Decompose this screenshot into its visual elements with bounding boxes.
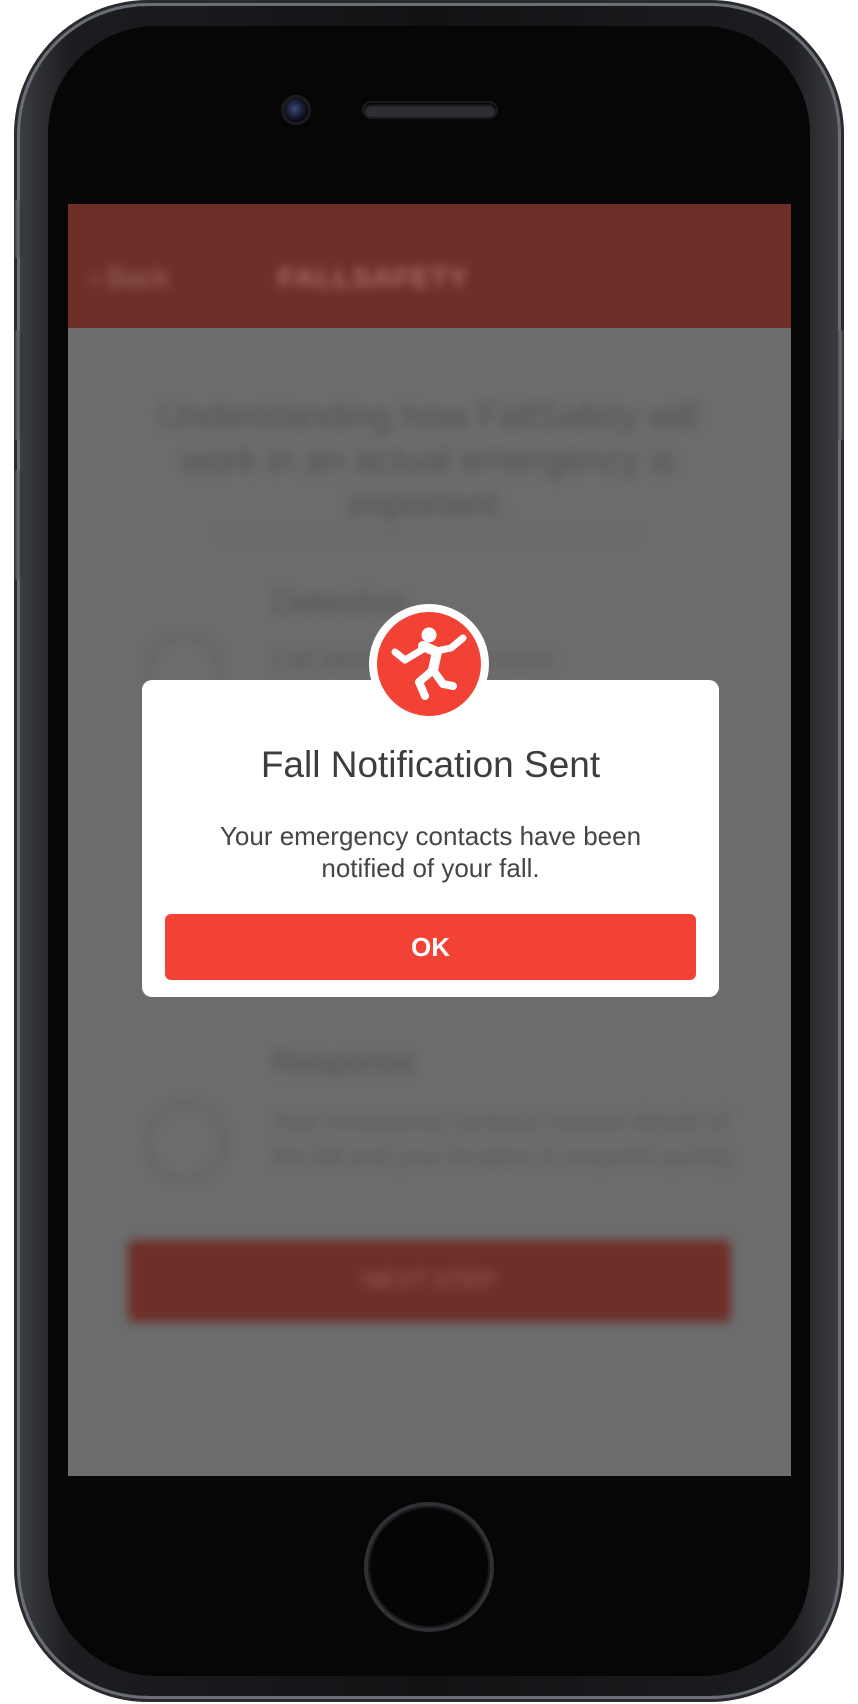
response-icon (146, 1102, 226, 1182)
earpiece-speaker (364, 103, 496, 117)
next-step-button: NEXT STEP (128, 1240, 731, 1322)
dialog-badge (369, 604, 489, 724)
detection-title: Detection (272, 584, 408, 620)
response-text: Your emergency contacts receive details … (272, 1108, 738, 1171)
front-camera (284, 98, 308, 122)
app-screen: ‹ Back FALLSAFETY Understanding how Fall… (68, 204, 791, 1476)
intro-heading: Understanding how FallSafety will work i… (157, 395, 699, 524)
back-label: Back (107, 262, 170, 293)
ok-button[interactable]: OK (165, 914, 696, 980)
power-button (836, 330, 844, 440)
app-logo: FALLSAFETY (278, 262, 469, 293)
falling-person-icon (377, 612, 481, 716)
app-header: ‹ Back FALLSAFETY (68, 204, 791, 328)
volume-down-button (14, 470, 22, 580)
fall-notification-dialog: Fall Notification Sent Your emergency co… (142, 680, 719, 997)
home-button[interactable] (368, 1506, 490, 1628)
divider (218, 534, 638, 536)
dialog-message: Your emergency contacts have been notifi… (219, 821, 642, 883)
response-title: Response (272, 1044, 417, 1080)
volume-up-button (14, 330, 22, 440)
mute-switch (14, 200, 22, 258)
back-button[interactable]: ‹ Back (90, 262, 169, 294)
chevron-left-icon: ‹ (90, 262, 108, 293)
dialog-title: Fall Notification Sent (260, 744, 601, 785)
